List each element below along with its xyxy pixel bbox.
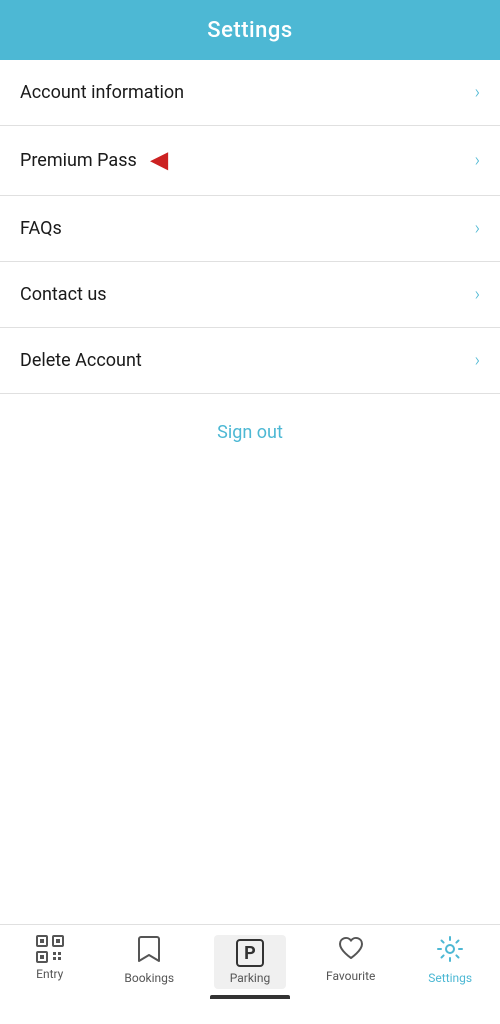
menu-item-premium-pass[interactable]: Premium Pass ◀ › xyxy=(0,126,500,196)
bottom-navigation: Entry Bookings P Parking Favourite xyxy=(0,924,500,1024)
account-information-label: Account information xyxy=(20,82,184,103)
chevron-right-icon: › xyxy=(475,284,480,305)
parking-label: Parking xyxy=(230,971,270,985)
nav-item-bookings[interactable]: Bookings xyxy=(114,935,184,985)
sign-out-container: Sign out xyxy=(0,394,500,471)
chevron-right-icon: › xyxy=(475,218,480,239)
menu-item-left: Account information xyxy=(20,82,184,103)
qr-code-icon xyxy=(36,935,64,963)
red-arrow-indicator: ◀ xyxy=(151,148,168,173)
settings-menu: Account information › Premium Pass ◀ › F… xyxy=(0,60,500,394)
nav-item-entry[interactable]: Entry xyxy=(15,935,85,981)
menu-item-left: FAQs xyxy=(20,218,62,239)
gear-icon xyxy=(436,935,464,967)
menu-item-left: Contact us xyxy=(20,284,107,305)
bookmark-icon xyxy=(137,935,161,967)
menu-item-left: Premium Pass ◀ xyxy=(20,148,168,173)
parking-p-icon: P xyxy=(236,939,264,967)
nav-item-settings[interactable]: Settings xyxy=(415,935,485,985)
bookings-label: Bookings xyxy=(124,971,174,985)
favourite-label: Favourite xyxy=(326,969,375,983)
page-title: Settings xyxy=(207,18,292,43)
entry-label: Entry xyxy=(36,967,63,981)
header: Settings xyxy=(0,0,500,60)
delete-account-label: Delete Account xyxy=(20,350,142,371)
contact-us-label: Contact us xyxy=(20,284,107,305)
chevron-right-icon: › xyxy=(475,82,480,103)
settings-label: Settings xyxy=(428,971,472,985)
chevron-right-icon: › xyxy=(475,350,480,371)
faqs-label: FAQs xyxy=(20,218,62,239)
nav-item-parking[interactable]: P Parking xyxy=(214,935,286,989)
menu-item-account-information[interactable]: Account information › xyxy=(0,60,500,126)
chevron-right-icon: › xyxy=(475,150,480,171)
menu-item-faqs[interactable]: FAQs › xyxy=(0,196,500,262)
nav-item-favourite[interactable]: Favourite xyxy=(316,935,386,983)
sign-out-button[interactable]: Sign out xyxy=(217,422,283,443)
menu-item-contact-us[interactable]: Contact us › xyxy=(0,262,500,328)
menu-item-delete-account[interactable]: Delete Account › xyxy=(0,328,500,394)
heart-icon xyxy=(337,935,365,965)
premium-pass-label: Premium Pass xyxy=(20,150,137,171)
menu-item-left: Delete Account xyxy=(20,350,142,371)
